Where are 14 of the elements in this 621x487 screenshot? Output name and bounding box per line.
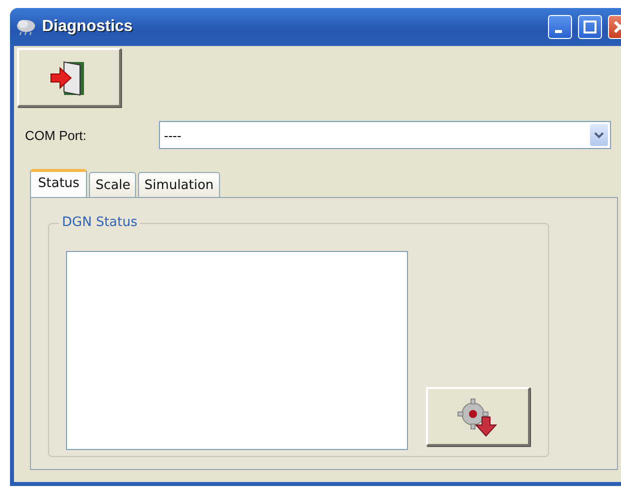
gear-arrow-button[interactable] — [426, 387, 530, 446]
tab[interactable]: Scale — [89, 172, 136, 197]
com-port-dropdown[interactable]: ---- — [159, 121, 611, 149]
com-port-label: COM Port: — [24, 128, 88, 142]
cloud-icon — [16, 18, 36, 36]
minimize-button[interactable] — [548, 15, 572, 39]
exit-button[interactable] — [17, 48, 121, 107]
tab[interactable]: Status — [30, 169, 88, 198]
window-title: Diagnostics — [42, 18, 134, 36]
maximize-button[interactable] — [578, 15, 602, 39]
maximize-icon — [583, 20, 597, 34]
tab[interactable]: Simulation — [138, 172, 220, 197]
minimize-icon — [554, 30, 562, 32]
gear-arrow-icon — [456, 396, 500, 436]
